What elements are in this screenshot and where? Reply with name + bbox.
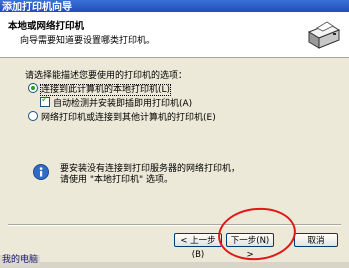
selection-prompt: 请选择能描述您要使用的打印机的选项： — [25, 71, 188, 81]
info-text: 要安装没有连接到打印服务器的网络打印机， 请使用 "本地打印机" 选项。 — [60, 164, 240, 186]
title-bar[interactable]: 添加打印机向导 — [0, 0, 349, 13]
taskbar-strip — [0, 262, 349, 268]
wizard-header: 本地或网络打印机 向导需要知道要设置哪类打印机。 — [0, 12, 349, 58]
cancel-button[interactable]: 取消 — [294, 233, 338, 247]
network-printer-label: 网络打印机或连接到其他计算机的打印机(E) — [41, 113, 216, 123]
autodetect-label: 自动检测并安装即插即用打印机(A) — [53, 99, 193, 109]
local-printer-label: 连接到此计算机的本地打印机(L) — [39, 84, 172, 96]
add-printer-wizard-window: 添加打印机向导 本地或网络打印机 向导需要知道要设置哪类打印机。 请选择能描述您… — [0, 0, 349, 262]
printer-icon — [307, 21, 341, 49]
network-printer-radio[interactable]: 网络打印机或连接到其他计算机的打印机(E) — [28, 110, 216, 123]
header-subtitle: 向导需要知道要设置哪类打印机。 — [20, 36, 156, 46]
header-title: 本地或网络打印机 — [8, 21, 85, 32]
info-line-1: 要安装没有连接到打印服务器的网络打印机， — [60, 164, 241, 174]
next-button[interactable]: 下一步(N) > — [226, 233, 274, 260]
local-printer-radio[interactable]: 连接到此计算机的本地打印机(L) — [28, 82, 172, 96]
radio-button-selected[interactable] — [28, 83, 38, 93]
checkbox-checked[interactable] — [40, 95, 50, 107]
button-separator — [8, 224, 341, 226]
taskbar-label[interactable]: 我的电脑 — [0, 255, 41, 266]
radio-button-unselected[interactable] — [28, 111, 38, 121]
autodetect-checkbox[interactable]: 自动检测并安装即插即用打印机(A) — [40, 95, 193, 109]
info-line-2: 请使用 "本地打印机" 选项。 — [60, 175, 174, 185]
info-icon — [33, 164, 49, 180]
back-button[interactable]: < 上一步(B) — [174, 233, 222, 260]
